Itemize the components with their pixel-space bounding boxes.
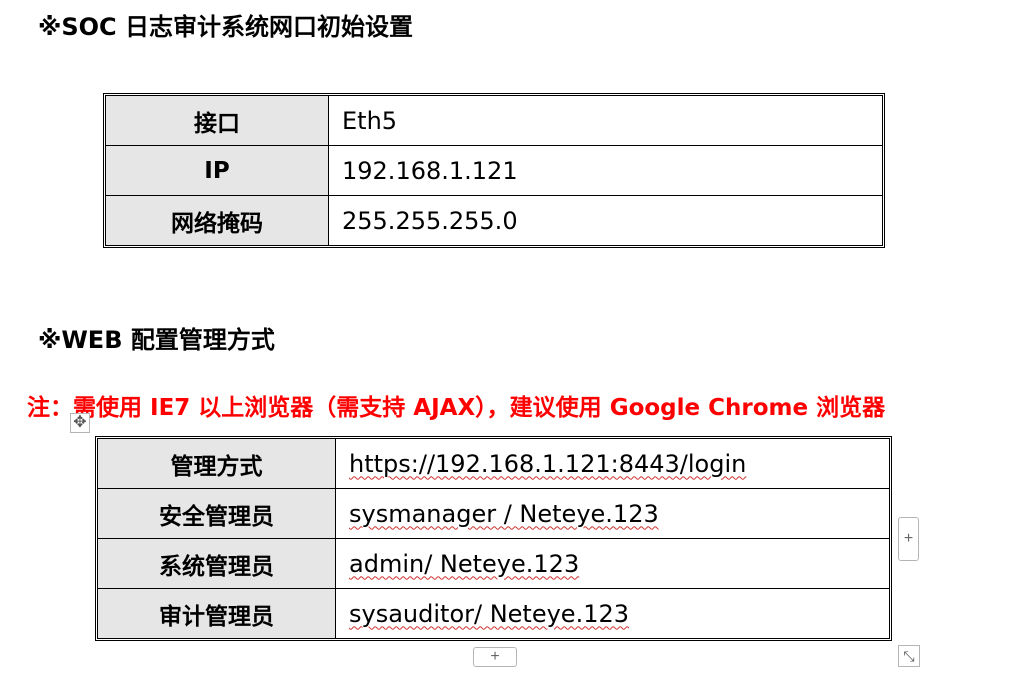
section2-heading: ※WEB 配置管理方式 <box>38 326 275 354</box>
add-column-button[interactable]: + <box>898 517 919 561</box>
credential-text: sysmanager / Neteye.123 <box>349 499 659 528</box>
login-url-text: https://192.168.1.121:8443/login <box>349 449 747 478</box>
table-row: 网络掩码 255.255.255.0 <box>106 196 882 245</box>
row-value: https://192.168.1.121:8443/login <box>336 439 889 489</box>
section1-heading: ※SOC 日志审计系统网口初始设置 <box>38 13 413 41</box>
row-label: 安全管理员 <box>98 489 336 539</box>
plus-icon: + <box>490 648 500 665</box>
row-label: 网络掩码 <box>106 196 329 245</box>
row-value: 255.255.255.0 <box>342 206 518 235</box>
credential-text: admin/ Neteye.123 <box>349 549 580 578</box>
table-row: 安全管理员 sysmanager / Neteye.123 <box>98 489 889 539</box>
row-value: sysmanager / Neteye.123 <box>336 489 889 539</box>
table-row: 管理方式 https://192.168.1.121:8443/login <box>98 439 889 489</box>
table-row: 系统管理员 admin/ Neteye.123 <box>98 539 889 589</box>
move-arrows-icon[interactable]: ✥ <box>70 413 90 433</box>
row-label: 系统管理员 <box>98 539 336 589</box>
row-value: 192.168.1.121 <box>329 146 882 196</box>
table-row: IP 192.168.1.121 <box>106 146 882 196</box>
row-label: 审计管理员 <box>98 589 336 638</box>
row-label: IP <box>106 146 329 196</box>
add-row-button[interactable]: + <box>473 647 517 667</box>
table-row: 接口 Eth5 <box>106 96 882 146</box>
network-settings-table: 接口 Eth5 IP 192.168.1.121 网络掩码 255.255.25… <box>103 93 885 248</box>
plus-icon: + <box>903 530 914 547</box>
row-value: admin/ Neteye.123 <box>336 539 889 589</box>
web-management-table: 管理方式 https://192.168.1.121:8443/login 安全… <box>95 436 892 641</box>
diagonal-resize-icon[interactable]: ⤡ <box>898 645 920 667</box>
row-label: 接口 <box>106 96 329 146</box>
row-label: 管理方式 <box>98 439 336 489</box>
table-row: 审计管理员 sysauditor/ Neteye.123 <box>98 589 889 638</box>
browser-requirement-note: 注：需使用 IE7 以上浏览器（需支持 AJAX），建议使用 Google Ch… <box>27 395 886 421</box>
row-value: Eth5 <box>329 96 882 146</box>
row-value: sysauditor/ Neteye.123 <box>336 589 889 638</box>
credential-text: sysauditor/ Neteye.123 <box>349 599 630 628</box>
